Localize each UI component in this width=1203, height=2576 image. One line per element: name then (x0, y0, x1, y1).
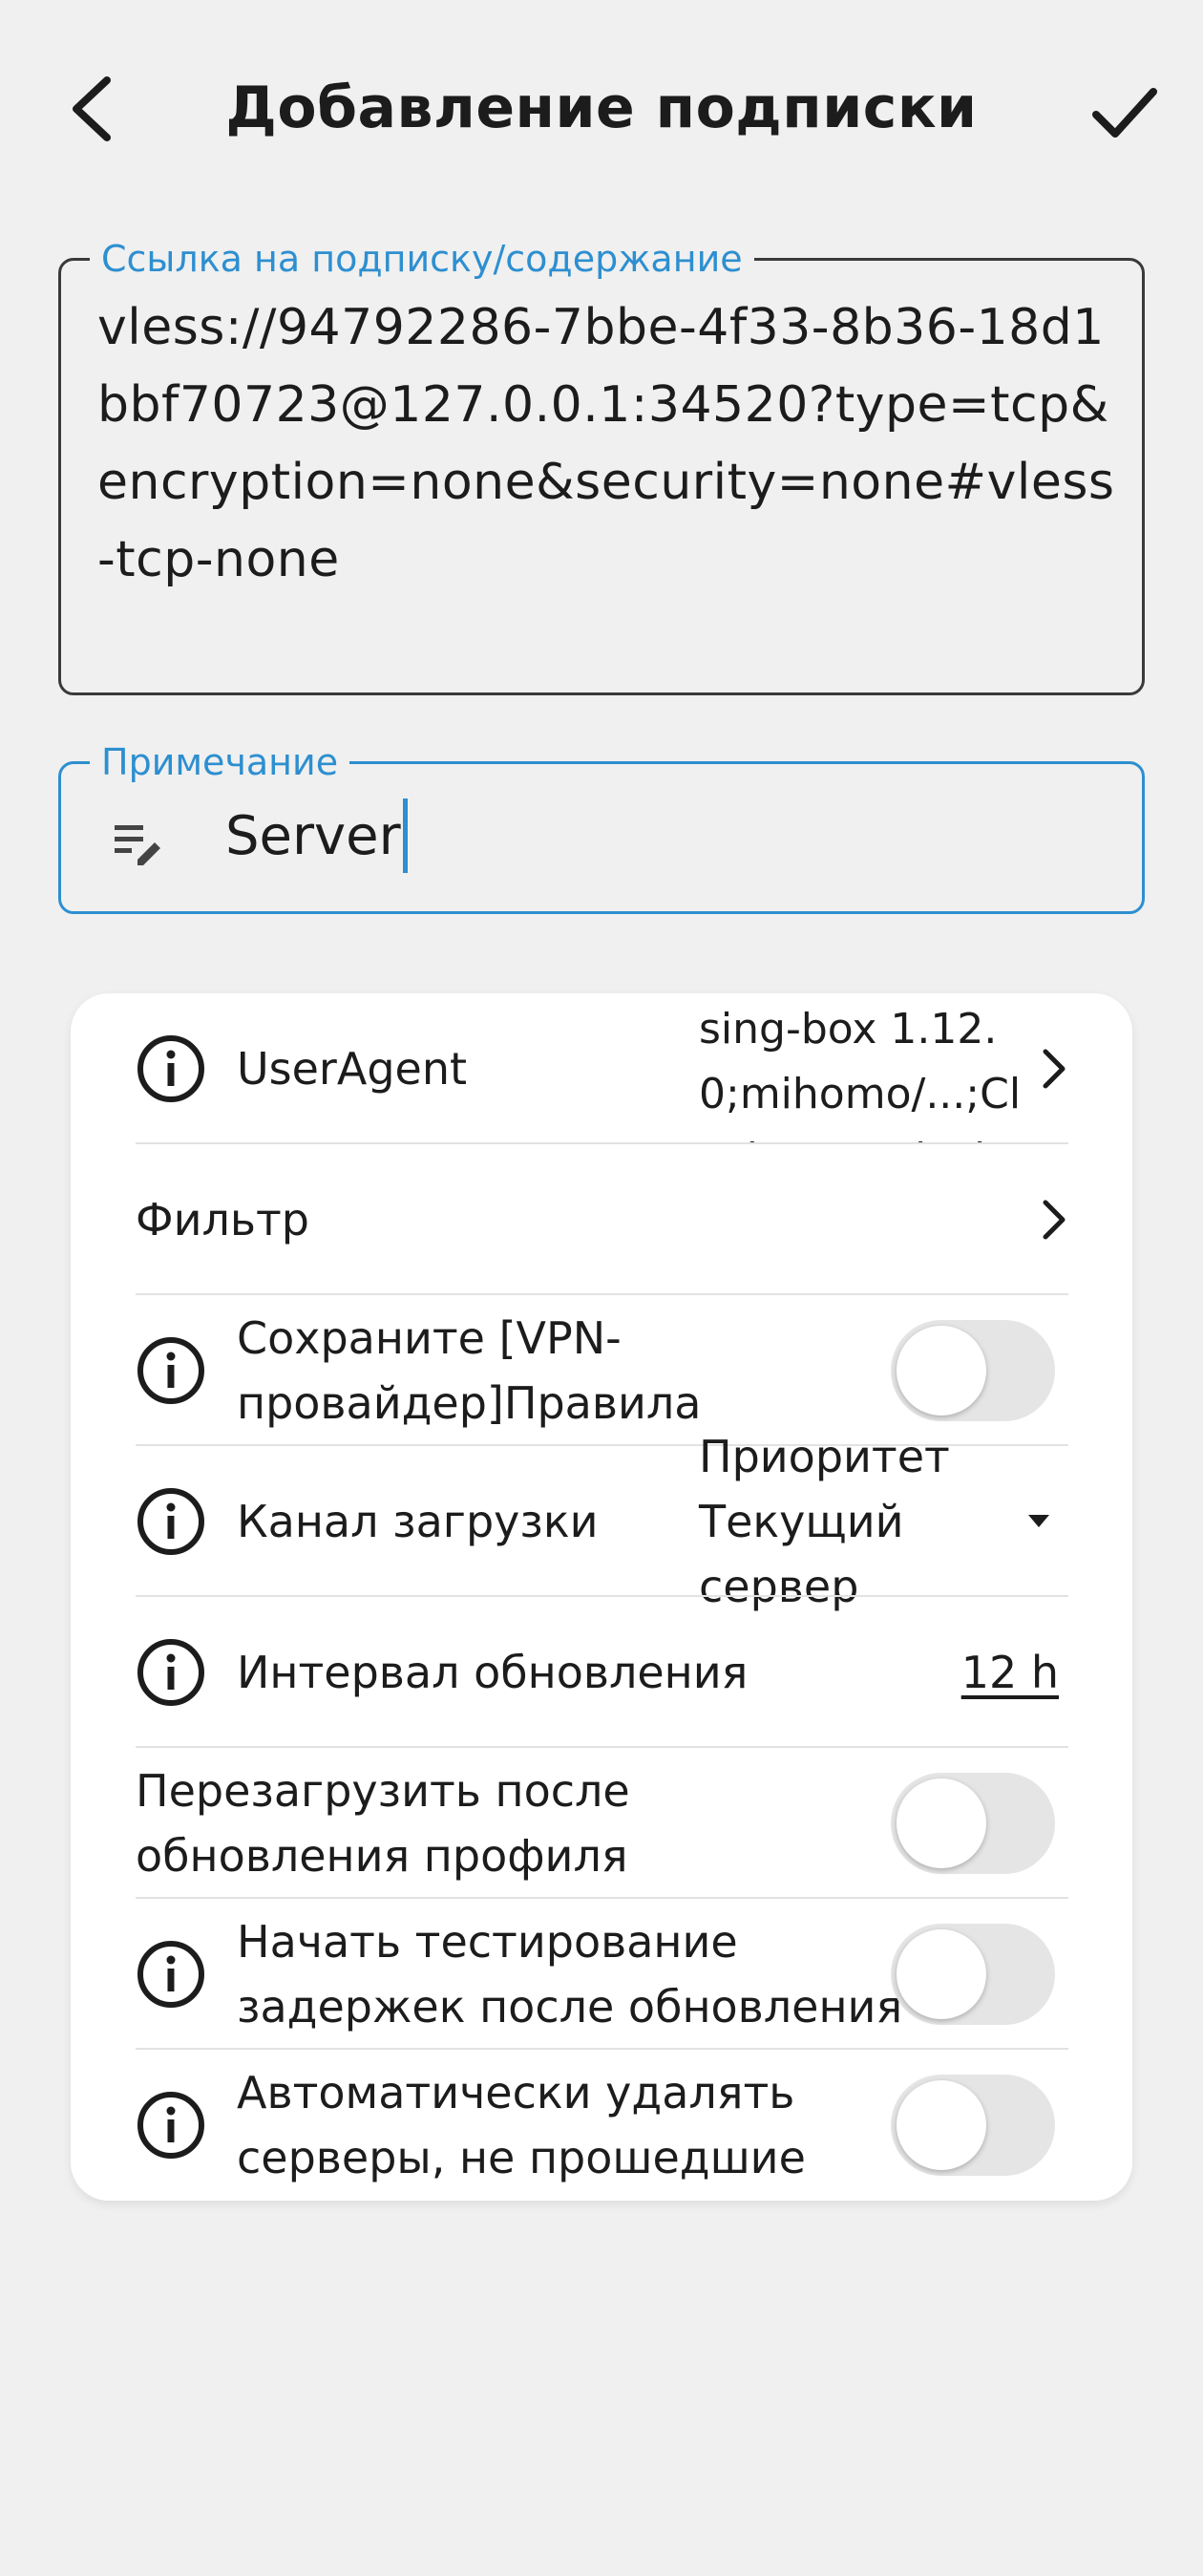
latency-test-row: Начать тестирование задержек после обнов… (136, 1899, 1068, 2050)
settings-card: UserAgent sing-box 1.12.0;mihomo/...;Cla… (71, 993, 1132, 2201)
toggle-knob (897, 1778, 986, 1868)
toggle-knob (897, 1929, 986, 2019)
info-icon[interactable] (136, 1939, 206, 2010)
info-icon[interactable] (136, 2090, 206, 2161)
auto-remove-failed-row: Автоматически удалять серверы, не прошед… (136, 2050, 1068, 2201)
subscription-url-field[interactable]: Ссылка на подписку/содержание vless://94… (58, 236, 1145, 695)
text-caret (402, 798, 408, 873)
note-input[interactable]: Server (225, 798, 408, 877)
dropdown-arrow-icon[interactable] (1028, 1515, 1049, 1527)
update-interval-row[interactable]: Интервал обновления 12 h (136, 1597, 1068, 1748)
note-label: Примечание (90, 739, 350, 785)
note-input-text: Server (225, 805, 401, 868)
latency-test-toggle[interactable] (891, 1924, 1055, 2025)
subscription-url-text[interactable]: vless://94792286-7bbe-4f33-8b36-18d1bbf7… (97, 289, 1119, 599)
save-rules-label: Сохраните [VPN-провайдер]Правила (237, 1312, 702, 1429)
note-field[interactable]: Примечание Server (58, 739, 1145, 914)
user-agent-value: sing-box 1.12.0;mihomo/...;ClashMeta;cla… (699, 1005, 1022, 1142)
page-title: Добавление подписки (225, 75, 978, 141)
filter-label: Фильтр (136, 1194, 310, 1245)
reload-after-update-label: Перезагрузить после обновления профиля (136, 1765, 630, 1882)
app-bar: Добавление подписки (0, 0, 1203, 225)
download-channel-label: Канал загрузки (237, 1496, 599, 1547)
reload-after-update-toggle[interactable] (891, 1773, 1055, 1874)
download-channel-value[interactable]: Приоритет Текущий сервер (699, 1424, 1043, 1619)
confirm-button[interactable] (1079, 67, 1171, 159)
user-agent-label: UserAgent (237, 1043, 468, 1095)
toggle-knob (897, 2080, 986, 2170)
edit-note-icon (115, 825, 160, 865)
info-icon[interactable] (136, 1033, 206, 1104)
filter-row[interactable]: Фильтр (136, 1144, 1068, 1295)
update-interval-value[interactable]: 12 h (961, 1640, 1059, 1705)
save-rules-toggle[interactable] (891, 1320, 1055, 1421)
check-icon (1092, 88, 1157, 138)
auto-remove-failed-toggle[interactable] (891, 2075, 1055, 2176)
latency-test-label: Начать тестирование задержек после обнов… (237, 1916, 903, 2033)
chevron-right-icon (1043, 1049, 1066, 1089)
info-icon[interactable] (136, 1637, 206, 1708)
toggle-knob (897, 1326, 986, 1416)
update-interval-label: Интервал обновления (237, 1647, 749, 1698)
subscription-url-label: Ссылка на подписку/содержание (90, 236, 754, 282)
chevron-right-icon (1043, 1200, 1066, 1240)
info-icon[interactable] (136, 1335, 206, 1406)
info-icon[interactable] (136, 1486, 206, 1557)
auto-remove-failed-label: Автоматически удалять серверы, не прошед… (237, 2067, 806, 2183)
user-agent-row[interactable]: UserAgent sing-box 1.12.0;mihomo/...;Cla… (136, 993, 1068, 1144)
reload-after-update-row: Перезагрузить после обновления профиля (136, 1748, 1068, 1899)
download-channel-row[interactable]: Канал загрузки Приоритет Текущий сервер (136, 1431, 1068, 1612)
